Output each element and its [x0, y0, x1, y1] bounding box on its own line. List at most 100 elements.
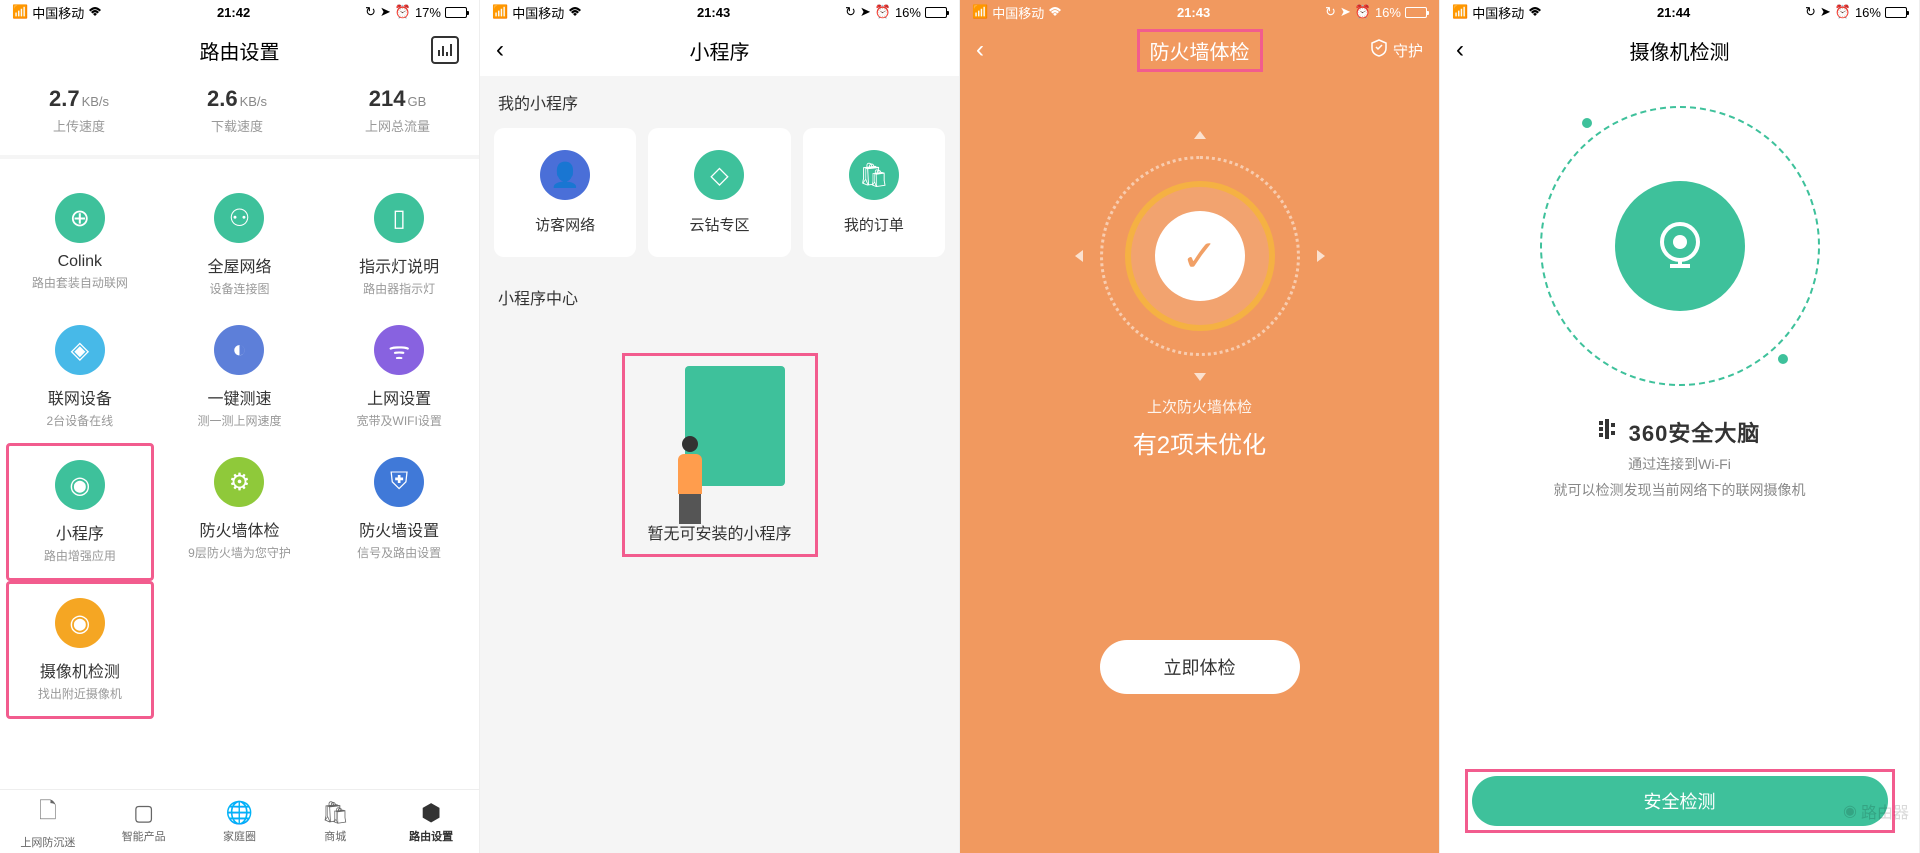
status-time: 21:42	[217, 5, 250, 20]
tab-icon: 🌐	[192, 800, 288, 826]
detect-button[interactable]: 安全检测	[1472, 776, 1888, 826]
section-my-programs: 我的小程序	[480, 76, 959, 128]
guard-button[interactable]: 守护	[1371, 39, 1423, 61]
grid-item-8[interactable]: ⛨防火墙设置信号及路由设置	[319, 443, 479, 581]
wifi-icon	[88, 5, 102, 20]
tab-label: 智能产品	[96, 828, 192, 844]
grid-item-3[interactable]: ◈联网设备2台设备在线	[0, 311, 160, 443]
settings-grid: ⊕Colink路由套装自动联网⚇全屋网络设备连接图▯指示灯说明路由器指示灯◈联网…	[0, 159, 479, 739]
page-title: 路由设置	[200, 36, 280, 65]
router-icon: ◉	[1843, 801, 1857, 821]
grid-item-9[interactable]: ◉摄像机检测找出附近摄像机	[6, 581, 154, 719]
screen-mini-programs: 📶 中国移动 21:43 ↻ ➤ ⏰ 16% ‹ 小程序 我的小程序 👤访客网络…	[480, 0, 960, 853]
stats-icon[interactable]	[431, 36, 459, 64]
back-button[interactable]: ‹	[1456, 36, 1464, 64]
grid-sub: 设备连接图	[160, 280, 320, 297]
camera-icon	[1615, 181, 1745, 311]
grid-sub: 路由套装自动联网	[0, 274, 160, 291]
carrier-label: 中国移动	[992, 3, 1044, 22]
sync-icon: ↻	[1325, 4, 1336, 20]
brand-icon	[1599, 419, 1623, 445]
back-button[interactable]: ‹	[496, 36, 504, 64]
card-icon: ◇	[694, 150, 744, 200]
info-line-1: 通过连接到Wi-Fi	[1440, 454, 1919, 474]
grid-item-7[interactable]: ⚙ 防火墙体检 9层防火墙为您守护	[160, 443, 320, 581]
grid-title: 防火墙设置	[319, 517, 479, 541]
grid-title: 全屋网络	[160, 253, 320, 277]
card-2[interactable]: 🛍我的订单	[803, 128, 945, 257]
page-title: 防火墙体检	[1137, 29, 1263, 72]
tab-icon: 🗋	[0, 794, 96, 832]
back-button[interactable]: ‹	[976, 36, 984, 64]
tab-3[interactable]: 🛍商城	[287, 800, 383, 844]
battery-icon	[925, 7, 947, 18]
header: ‹ 防火墙体检 守护	[960, 24, 1439, 76]
grid-icon: ᯤ	[374, 325, 424, 375]
my-programs-row: 👤访客网络◇云钻专区🛍我的订单	[480, 128, 959, 271]
status-bar: 📶 中国移动 21:44 ↻ ➤ ⏰ 16%	[1440, 0, 1919, 24]
carrier-label: 中国移动	[512, 3, 564, 22]
tab-4[interactable]: ⬢路由设置	[383, 800, 479, 844]
card-label: 我的订单	[803, 214, 945, 235]
grid-icon: ▯	[374, 193, 424, 243]
empty-text: 暂无可安装的小程序	[635, 520, 805, 544]
status-time: 21:44	[1657, 5, 1690, 20]
header: 路由设置	[0, 24, 479, 76]
grid-item-6[interactable]: ◉小程序路由增强应用	[6, 443, 154, 581]
grid-sub: 路由增强应用	[9, 547, 151, 564]
guard-label: 守护	[1393, 40, 1423, 61]
check-subtitle: 上次防火墙体检	[960, 396, 1439, 417]
screen-firewall-check: 📶 中国移动 21:43 ↻ ➤ ⏰ 16% ‹ 防火墙体检 守护 ✓ 上次防火…	[960, 0, 1440, 853]
signal-icon: 📶	[492, 4, 508, 20]
tab-1[interactable]: ▢ 智能产品	[96, 800, 192, 844]
grid-item-2[interactable]: ▯指示灯说明路由器指示灯	[319, 179, 479, 311]
tab-icon: ▢	[96, 800, 192, 826]
grid-sub: 测一测上网速度	[160, 412, 320, 429]
grid-item-0[interactable]: ⊕ Colink 路由套装自动联网	[0, 179, 160, 311]
grid-item-4[interactable]: ◐一键测速测一测上网速度	[160, 311, 320, 443]
grid-sub: 9层防火墙为您守护	[160, 544, 320, 561]
tab-label: 商城	[287, 828, 383, 844]
camera-ring	[1540, 106, 1820, 386]
grid-sub: 2台设备在线	[0, 412, 160, 429]
grid-icon: ⚙	[214, 457, 264, 507]
battery-icon	[1405, 7, 1427, 18]
grid-icon: ⊕	[55, 193, 105, 243]
page-title: 小程序	[690, 36, 750, 65]
bottom-tabs: 🗋上网防沉迷▢ 智能产品🌐家庭圈🛍商城⬢路由设置	[0, 789, 479, 853]
wifi-icon	[568, 5, 582, 20]
location-icon: ➤	[860, 4, 871, 20]
grid-title: Colink	[0, 253, 160, 271]
start-check-button[interactable]: 立即体检	[1100, 640, 1300, 694]
grid-title: 指示灯说明	[319, 253, 479, 277]
card-label: 访客网络	[494, 214, 636, 235]
battery-icon	[1885, 7, 1907, 18]
status-time: 21:43	[1177, 5, 1210, 20]
status-time: 21:43	[697, 5, 730, 20]
card-0[interactable]: 👤访客网络	[494, 128, 636, 257]
grid-item-1[interactable]: ⚇全屋网络设备连接图	[160, 179, 320, 311]
grid-title: 联网设备	[0, 385, 160, 409]
grid-title: 一键测速	[160, 385, 320, 409]
tab-2[interactable]: 🌐家庭圈	[192, 800, 288, 844]
card-1[interactable]: ◇云钻专区	[648, 128, 790, 257]
brand-label: 360安全大脑	[1440, 416, 1919, 448]
location-icon: ➤	[380, 4, 391, 20]
grid-title: 防火墙体检	[160, 517, 320, 541]
watermark: ◉路由器	[1843, 799, 1909, 823]
status-bar: 📶 中国移动 21:43 ↻ ➤ ⏰ 16%	[960, 0, 1439, 24]
stat-download: 2.6KB/s 下载速度	[207, 86, 267, 135]
stat-total: 214GB 上网总流量	[365, 86, 430, 135]
battery-label: 16%	[1855, 5, 1881, 20]
check-result: 有2项未优化	[960, 425, 1439, 460]
wifi-icon	[1048, 5, 1062, 20]
grid-title: 小程序	[9, 520, 151, 544]
alarm-icon: ⏰	[1835, 4, 1851, 20]
tab-label: 路由设置	[383, 828, 479, 844]
signal-icon: 📶	[1452, 4, 1468, 20]
tab-0[interactable]: 🗋上网防沉迷	[0, 794, 96, 850]
alarm-icon: ⏰	[395, 4, 411, 20]
status-bar: 📶 中国移动 21:43 ↻ ➤ ⏰ 16%	[480, 0, 959, 24]
grid-item-5[interactable]: ᯤ上网设置宽带及WIFI设置	[319, 311, 479, 443]
location-icon: ➤	[1820, 4, 1831, 20]
